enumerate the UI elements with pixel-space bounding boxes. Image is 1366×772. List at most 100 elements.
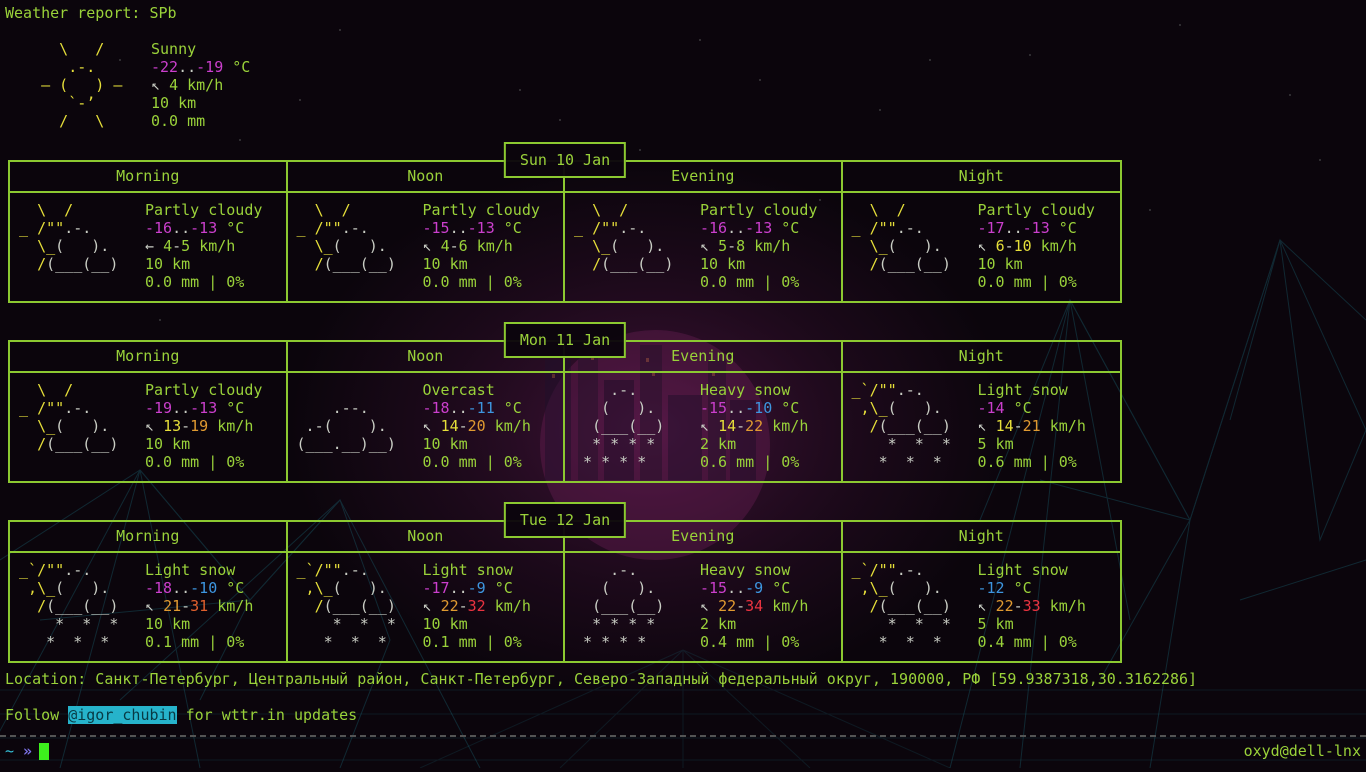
terminal-cursor xyxy=(39,743,50,760)
weather-report-title: Weather report: SPb xyxy=(5,4,177,22)
shell-prompt[interactable]: ~ » oxyd@dell-lnx xyxy=(5,742,1361,760)
terminal-line: * * * * xyxy=(565,453,647,471)
weather-art-partly-cloudy: \ / _ /"".-. \_( ). /(___(__) xyxy=(10,381,145,471)
forecast-cell: \ / _ /"".-. \_( ). /(___(__) Partly clou… xyxy=(10,193,288,301)
forecast-cell: _`/"".-. ,\_( ). /(___(__) * * * * * * Li… xyxy=(10,553,288,661)
terminal-line: \ / xyxy=(842,201,906,219)
terminal-line: /(___(__) xyxy=(842,597,951,615)
follow-prefix: Follow xyxy=(5,706,69,724)
terminal-line: Light snow xyxy=(977,381,1068,399)
forecast-details: Light snow -12 °C ↖ 22-33 km/h 5 km 0.4 mm |… xyxy=(978,561,1121,651)
terminal-line: 2 km xyxy=(700,615,737,633)
column-header: Morning xyxy=(10,162,288,193)
day-section: Morning Noon Evening Night \ / _ /"".-. \_(… xyxy=(8,322,1122,485)
terminal-line: ↖ 4-6 km/h xyxy=(422,237,513,255)
terminal-line: 0.0 mm | 0% xyxy=(145,273,245,291)
terminal-line: (___(__) xyxy=(565,417,665,435)
terminal-line: (___.__)__) xyxy=(287,435,396,453)
weather-art-light-snow-showers: _`/"".-. ,\_( ). /(___(__) * * * * * * xyxy=(10,561,145,651)
terminal-line: \_( ). xyxy=(565,237,665,255)
terminal-line: 0.1 mm | 0% xyxy=(422,633,522,651)
forecast-details: Light snow -14 °C ↖ 14-21 km/h 5 km 0.6 mm |… xyxy=(978,381,1121,471)
terminal-line: 10 km xyxy=(145,615,191,633)
weather-art-partly-cloudy: \ / _ /"".-. \_( ). /(___(__) xyxy=(288,201,423,291)
terminal-line: ↖ 13-19 km/h xyxy=(145,417,254,435)
terminal-line: Heavy snow xyxy=(700,381,791,399)
terminal-line: ↖ 14-22 km/h xyxy=(700,417,809,435)
terminal-line: \_( ). xyxy=(10,237,110,255)
forecast-details: Heavy snow -15..-9 °C ↖ 22-34 km/h 2 km 0.4 … xyxy=(700,561,841,651)
terminal-line: ↖ 21-31 km/h xyxy=(145,597,254,615)
forecast-cell: .--. .-( ). (___.__)__) Overcast -18..-11 … xyxy=(288,373,565,481)
terminal-line: ↖ 6-10 km/h xyxy=(977,237,1077,255)
terminal-line: Light snow xyxy=(422,561,513,579)
terminal-line: \ / xyxy=(565,201,629,219)
weather-art-partly-cloudy: \ / _ /"".-. \_( ). /(___(__) xyxy=(10,201,145,291)
weather-art-overcast: .--. .-( ). (___.__)__) xyxy=(288,381,423,471)
weather-art-heavy-snow: .-. ( ). (___(__) * * * * * * * * xyxy=(565,561,700,651)
weather-art-heavy-snow: .-. ( ). (___(__) * * * * * * * * xyxy=(565,381,700,471)
terminal-line: * * * xyxy=(287,633,387,651)
hostname: oxyd@dell-lnx xyxy=(1243,742,1361,760)
terminal-line: ( ). xyxy=(565,399,656,417)
terminal-line: \ / xyxy=(287,201,351,219)
forecast-row: \ / _ /"".-. \_( ). /(___(__) Partly clou… xyxy=(10,193,1120,301)
twitter-handle-link[interactable]: @igor_chubin xyxy=(68,706,177,724)
date-box: Mon 11 Jan xyxy=(503,322,627,358)
weather-art-sunny: \ / .-. ― ( ) ― `-’ / \ xyxy=(5,40,151,130)
weather-art-light-snow-showers: _`/"".-. ,\_( ). /(___(__) * * * * * * xyxy=(843,381,978,471)
terminal-line: Overcast xyxy=(422,381,495,399)
terminal-line: * * * xyxy=(10,633,110,651)
terminal-line: Heavy snow xyxy=(700,561,791,579)
terminal-line: -18..-10 °C xyxy=(145,579,245,597)
terminal-line: Sunny xyxy=(151,40,197,58)
weather-art-light-snow-showers: _`/"".-. ,\_( ). /(___(__) * * * * * * xyxy=(843,561,978,651)
terminal-line: * * * xyxy=(10,615,119,633)
terminal-line: 10 km xyxy=(422,435,468,453)
terminal-line: * * * xyxy=(842,633,942,651)
prompt-path: ~ xyxy=(5,742,15,760)
terminal-line: ↖ 22-34 km/h xyxy=(700,597,809,615)
terminal-line: /(___(__) xyxy=(565,255,674,273)
prompt-separator xyxy=(0,735,1366,737)
terminal-line: ― ( ) ― xyxy=(5,76,123,94)
terminal-line: -22..-19 °C xyxy=(151,58,251,76)
terminal-line: 0.6 mm | 0% xyxy=(700,453,800,471)
location-line: Location: Санкт-Петербург, Центральный р… xyxy=(5,670,1198,688)
terminal-line: -19..-13 °C xyxy=(145,399,245,417)
terminal-line: Partly cloudy xyxy=(145,201,263,219)
terminal-line: ,\_( ). xyxy=(842,579,942,597)
terminal: Weather report: SPb \ / .-. ― ( ) ― `-’ … xyxy=(0,0,1366,768)
terminal-line: 0.6 mm | 0% xyxy=(977,453,1077,471)
forecast-details: Partly cloudy -16..-13 °C ← 4-5 km/h 10 km 0… xyxy=(145,201,286,291)
terminal-line: _ /"".-. xyxy=(10,219,92,237)
terminal-line: Partly cloudy xyxy=(700,201,818,219)
terminal-line: * * * xyxy=(842,615,951,633)
terminal-line: 5 km xyxy=(977,615,1014,633)
terminal-line: Light snow xyxy=(977,561,1068,579)
forecast-cell: \ / _ /"".-. \_( ). /(___(__) Partly clou… xyxy=(843,193,1121,301)
terminal-line: 10 km xyxy=(700,255,746,273)
terminal-line: -16..-13 °C xyxy=(700,219,800,237)
terminal-line: _ /"".-. xyxy=(842,219,924,237)
forecast-details: Partly cloudy -17..-13 °C ↖ 6-10 km/h 10 km… xyxy=(978,201,1121,291)
column-header: Night xyxy=(842,522,1120,553)
prompt-chevron-icon: » xyxy=(23,742,33,760)
terminal-line: _ /"".-. xyxy=(10,399,92,417)
terminal-line: .-. xyxy=(5,58,96,76)
terminal-line: ,\_( ). xyxy=(842,399,942,417)
day-section: Morning Noon Evening Night \ / _ /"".-. \_(… xyxy=(8,142,1122,305)
terminal-line: \_( ). xyxy=(10,417,110,435)
forecast-table: Morning Noon Evening Night _`/"".-. ,\_( ).… xyxy=(8,520,1122,663)
terminal-line: .-. xyxy=(565,381,638,399)
terminal-line: /(___(__) xyxy=(10,435,119,453)
terminal-line: ↖ 4 km/h xyxy=(151,76,224,94)
terminal-line: -15..-10 °C xyxy=(700,399,800,417)
terminal-line: * * * * xyxy=(565,615,656,633)
